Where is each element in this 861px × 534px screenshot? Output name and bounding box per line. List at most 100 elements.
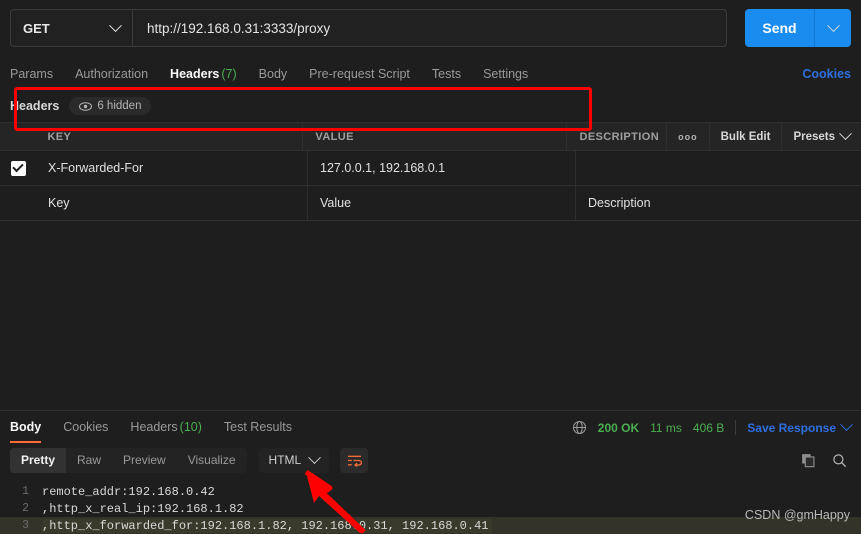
new-key-input[interactable]: Key: [36, 186, 308, 220]
row-key-input[interactable]: X-Forwarded-For: [36, 151, 308, 185]
response-size: 406 B: [692, 420, 725, 435]
format-select[interactable]: HTML: [258, 447, 330, 473]
cookies-link[interactable]: Cookies: [802, 67, 851, 90]
url-input[interactable]: http://192.168.0.31:3333/proxy: [132, 9, 727, 47]
response-meta: 200 OK 11 ms 406 B Save Response: [572, 418, 853, 443]
tab-label: Body: [258, 67, 288, 81]
headers-subbar: Headers 6 hidden: [0, 90, 861, 122]
format-label: HTML: [268, 453, 302, 467]
tab-settings[interactable]: Settings: [472, 67, 539, 90]
presets-label: Presets: [793, 130, 836, 143]
tab-tests[interactable]: Tests: [421, 67, 472, 90]
headers-table: KEY VALUE DESCRIPTION ooo Bulk Edit Pres…: [0, 87, 861, 221]
tab-authorization[interactable]: Authorization: [64, 67, 159, 90]
presets-button[interactable]: Presets: [781, 123, 861, 150]
column-description: DESCRIPTION: [579, 130, 660, 143]
line-number: 1: [22, 485, 29, 498]
response-tabs: Body Cookies Headers (10) Test Results 20…: [0, 411, 861, 443]
tab-pre-request-script[interactable]: Pre-request Script: [298, 67, 421, 90]
view-mode-raw[interactable]: Raw: [66, 448, 112, 473]
divider: [735, 420, 737, 435]
tab-headers-count: (7): [221, 67, 237, 81]
search-button[interactable]: [832, 453, 847, 468]
send-group: Send: [745, 9, 851, 47]
tab-params[interactable]: Params: [10, 67, 64, 90]
chevron-down-icon: [109, 18, 122, 32]
view-mode-preview[interactable]: Preview: [112, 448, 177, 473]
copy-icon: [802, 453, 815, 467]
row-checkbox[interactable]: [10, 160, 26, 176]
tab-label: Settings: [483, 67, 529, 81]
send-options-button[interactable]: [814, 9, 851, 47]
code-line-highlighted: 3 ,http_x_forwarded_for:192.168.1.82, 19…: [0, 517, 861, 534]
chevron-down-icon: [826, 18, 840, 32]
bulk-edit-button[interactable]: Bulk Edit: [708, 123, 782, 150]
send-button[interactable]: Send: [745, 9, 814, 47]
new-value-input[interactable]: Value: [308, 186, 576, 220]
chevron-down-icon: [839, 127, 852, 141]
tab-label: Body: [10, 420, 42, 434]
chevron-down-icon: [840, 418, 853, 432]
globe-icon: [572, 420, 586, 435]
column-key: KEY: [35, 123, 304, 150]
ellipsis-icon: ooo: [678, 131, 698, 142]
tab-label: Tests: [431, 67, 462, 81]
url-bar: GET http://192.168.0.31:3333/proxy Send: [0, 0, 861, 56]
headers-section-title: Headers: [10, 99, 60, 113]
row-checkbox-cell: [0, 151, 36, 185]
copy-button[interactable]: [801, 453, 816, 468]
response-pane: Body Cookies Headers (10) Test Results 20…: [0, 410, 861, 534]
url-text: http://192.168.0.31:3333/proxy: [147, 20, 331, 36]
row-description-input[interactable]: [576, 151, 861, 185]
tab-label: Pre-request Script: [309, 67, 410, 81]
tab-label: Headers: [130, 420, 178, 434]
tab-label: Test Results: [223, 420, 292, 434]
line-number: 3: [0, 519, 42, 532]
hidden-headers-toggle[interactable]: 6 hidden: [69, 97, 152, 115]
save-response-button[interactable]: Save Response: [747, 418, 853, 435]
word-wrap-button[interactable]: [340, 447, 369, 473]
http-method-label: GET: [23, 20, 50, 36]
postman-window: GET http://192.168.0.31:3333/proxy Send …: [0, 0, 861, 534]
more-options-button[interactable]: ooo: [666, 123, 709, 150]
tab-label: Authorization: [75, 67, 149, 81]
line-text: ,http_x_real_ip:192.168.1.82: [42, 501, 244, 516]
watermark: CSDN @gmHappy: [744, 508, 850, 522]
tab-label: Headers: [170, 67, 220, 81]
code-line: 2 ,http_x_real_ip:192.168.1.82: [0, 500, 861, 517]
view-mode-visualize[interactable]: Visualize: [177, 448, 247, 473]
headers-table-actions: ooo Bulk Edit Presets: [666, 123, 861, 150]
response-tool-actions: [801, 453, 851, 468]
table-row-empty[interactable]: Key Value Description: [0, 186, 861, 221]
tab-label: Cookies: [63, 420, 109, 434]
hidden-headers-count: 6 hidden: [97, 100, 142, 112]
line-text: ,http_x_forwarded_for:192.168.1.82, 192.…: [42, 518, 493, 533]
code-line: 1 remote_addr:192.168.0.42: [0, 483, 861, 500]
table-row[interactable]: X-Forwarded-For 127.0.0.1, 192.168.0.1: [0, 151, 861, 186]
response-body[interactable]: 1 remote_addr:192.168.0.42 2 ,http_x_rea…: [0, 477, 861, 534]
eye-icon: [79, 101, 93, 111]
response-tab-test-results[interactable]: Test Results: [213, 420, 303, 443]
row-value-input[interactable]: 127.0.0.1, 192.168.0.1: [308, 151, 576, 185]
check-icon: [12, 160, 24, 173]
new-description-input[interactable]: Description: [576, 186, 861, 220]
response-tab-cookies[interactable]: Cookies: [52, 420, 119, 443]
line-text: remote_addr:192.168.0.42: [42, 484, 215, 499]
tab-body[interactable]: Body: [248, 67, 299, 90]
http-method-select[interactable]: GET: [10, 9, 132, 47]
search-icon: [833, 453, 847, 467]
response-headers-count: (10): [179, 420, 202, 434]
request-tabs: Params Authorization Headers (7) Body Pre…: [0, 56, 861, 90]
response-toolbar: Pretty Raw Preview Visualize HTML: [0, 443, 861, 477]
row-checkbox-cell: [0, 186, 36, 220]
headers-table-head: KEY VALUE DESCRIPTION ooo Bulk Edit Pres…: [0, 123, 861, 151]
column-select-all: [0, 123, 35, 150]
view-mode-pretty[interactable]: Pretty: [10, 447, 67, 473]
column-value: VALUE: [303, 123, 568, 150]
response-tab-body[interactable]: Body: [10, 420, 52, 443]
line-number: 2: [22, 502, 29, 515]
view-mode-group: Pretty Raw Preview Visualize: [10, 447, 247, 473]
response-tab-headers[interactable]: Headers (10): [119, 420, 212, 443]
tab-headers[interactable]: Headers (7): [159, 67, 248, 90]
chevron-down-icon: [308, 450, 322, 464]
